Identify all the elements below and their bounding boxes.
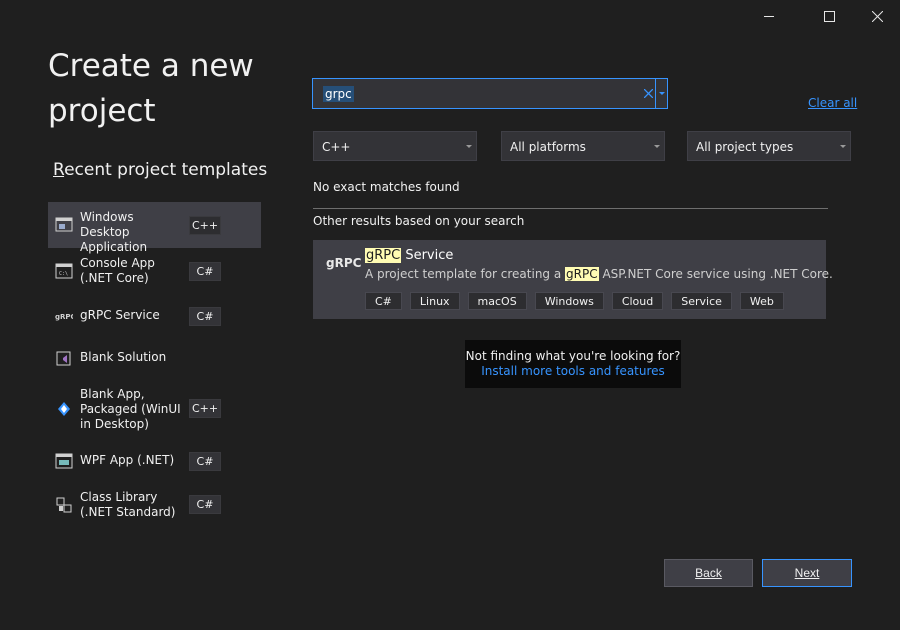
recent-item-label: WPF App (.NET) xyxy=(80,453,175,467)
svg-text:gRPC: gRPC xyxy=(55,313,73,321)
language-badge: C# xyxy=(189,307,221,326)
chevron-down-icon xyxy=(654,145,660,148)
tag-cloud: Cloud xyxy=(611,292,664,310)
search-highlight: gRPC xyxy=(365,248,402,263)
recent-item-blank-solution[interactable]: Blank Solution xyxy=(48,345,261,371)
close-icon xyxy=(871,10,883,22)
platform-filter-value: All platforms xyxy=(510,140,586,154)
language-badge: C++ xyxy=(189,216,221,235)
result-desc-before: A project template for creating a xyxy=(365,267,566,281)
result-tags: C# Linux macOS Windows Cloud Service Web xyxy=(365,292,784,310)
search-highlight: gRPC xyxy=(565,267,599,281)
tag-linux: Linux xyxy=(409,292,460,310)
recent-heading-text: ecent project templates xyxy=(64,160,268,180)
tag-service: Service xyxy=(671,292,732,310)
language-badge: C++ xyxy=(189,399,221,418)
recent-item-wpf-app[interactable]: WPF App (.NET) C# xyxy=(48,448,261,474)
recent-item-console-app[interactable]: C:\ Console App (.NET Core) C# xyxy=(48,252,261,290)
recent-item-label: Console App (.NET Core) xyxy=(80,256,155,285)
language-badge: C# xyxy=(189,495,221,514)
next-button-label: Next xyxy=(794,566,820,580)
minimize-button[interactable] xyxy=(746,0,792,32)
chevron-down-icon xyxy=(658,91,665,95)
blank-solution-icon xyxy=(56,351,71,366)
language-filter[interactable]: C++ xyxy=(313,131,477,161)
svg-text:C:\: C:\ xyxy=(59,271,68,277)
search-input[interactable]: grpc xyxy=(312,78,668,109)
result-desc-after: ASP.NET Core service using .NET Core. xyxy=(598,267,833,281)
result-title: gRPC Service xyxy=(365,248,453,263)
back-button-label: Back xyxy=(695,566,722,580)
install-more-tools-link[interactable]: Install more tools and features xyxy=(465,364,681,379)
language-badge: C# xyxy=(189,452,221,471)
next-button[interactable]: Next xyxy=(762,559,852,587)
grpc-icon: gRPC xyxy=(55,313,73,321)
no-match-message: No exact matches found xyxy=(313,180,460,194)
language-filter-value: C++ xyxy=(322,140,351,154)
result-title-rest: Service xyxy=(401,248,454,263)
project-type-filter-value: All project types xyxy=(696,140,794,154)
chevron-down-icon xyxy=(466,145,472,148)
language-badge: C# xyxy=(189,262,221,281)
recent-item-class-library[interactable]: Class Library (.NET Standard) C# xyxy=(48,487,261,523)
page-title: Create a new project xyxy=(48,48,254,129)
other-results-heading: Other results based on your search xyxy=(313,214,525,228)
search-clear-button[interactable] xyxy=(644,85,653,98)
tag-macos: macOS xyxy=(467,292,527,310)
project-type-filter[interactable]: All project types xyxy=(687,131,851,161)
results-divider xyxy=(313,208,828,209)
maximize-icon xyxy=(823,10,835,22)
hint-text: Not finding what you're looking for? xyxy=(465,349,681,363)
search-history-dropdown[interactable] xyxy=(655,79,667,108)
recent-item-grpc-service[interactable]: gRPC gRPC Service C# xyxy=(48,303,261,329)
recent-item-label: Class Library (.NET Standard) xyxy=(80,490,176,519)
grpc-logo-icon: gRPC xyxy=(326,256,362,270)
recent-item-label: Blank Solution xyxy=(80,350,167,364)
recent-item-label: gRPC Service xyxy=(80,308,160,322)
recent-item-label: Blank App, Packaged (WinUI in Desktop) xyxy=(80,387,181,431)
search-value: grpc xyxy=(323,86,354,102)
wpf-app-icon xyxy=(55,453,73,469)
close-window-button[interactable] xyxy=(854,0,900,32)
result-grpc-service[interactable]: gRPC gRPC Service A project template for… xyxy=(313,240,833,319)
tag-web: Web xyxy=(739,292,784,310)
maximize-button[interactable] xyxy=(806,0,852,32)
chevron-down-icon xyxy=(840,145,846,148)
not-finding-hint: Not finding what you're looking for? Ins… xyxy=(465,340,681,388)
windows-desktop-app-icon xyxy=(55,217,73,232)
result-description: A project template for creating a gRPC A… xyxy=(365,267,833,281)
clear-all-link[interactable]: Clear all xyxy=(808,96,857,110)
recent-item-blank-app-winui[interactable]: Blank App, Packaged (WinUI in Desktop) C… xyxy=(48,385,261,433)
class-library-icon xyxy=(56,497,72,513)
recent-item-windows-desktop-application[interactable]: Windows Desktop Application C++ xyxy=(48,202,261,254)
recent-item-label: Windows Desktop Application xyxy=(80,210,148,254)
recent-templates-heading: Recent project templates xyxy=(53,160,267,180)
tag-csharp: C# xyxy=(365,292,402,310)
console-app-icon: C:\ xyxy=(55,263,73,279)
winui-app-icon xyxy=(58,402,70,416)
minimize-icon xyxy=(763,15,774,17)
back-button[interactable]: Back xyxy=(664,559,753,587)
tag-windows: Windows xyxy=(534,292,604,310)
recent-heading-accesskey: R xyxy=(53,160,65,180)
platform-filter[interactable]: All platforms xyxy=(501,131,665,161)
close-icon xyxy=(644,89,653,98)
